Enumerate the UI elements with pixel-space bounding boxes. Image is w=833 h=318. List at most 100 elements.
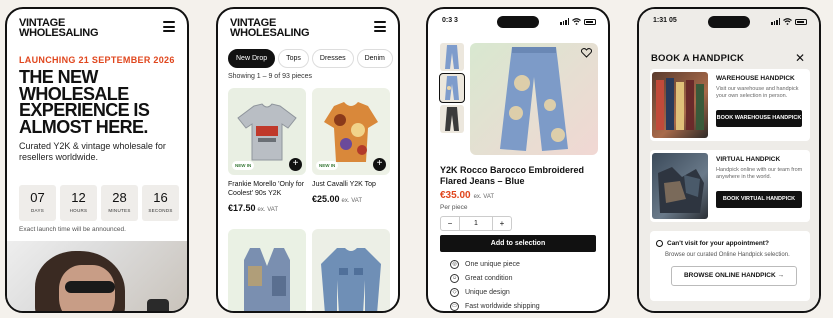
product-name[interactable]: Frankie Morello 'Only for Coolest' 90s Y… xyxy=(228,180,306,198)
countdown-minutes: 28 MINUTES xyxy=(101,185,138,221)
vat-label: ex. VAT xyxy=(341,198,362,204)
countdown-value: 07 xyxy=(30,190,45,205)
visit-question: Can't visit for your appointment? xyxy=(656,240,769,247)
countdown-label: DAYS xyxy=(30,208,45,213)
price-value: €17.50 xyxy=(228,203,256,213)
product-image[interactable]: NEW IN + xyxy=(228,88,306,175)
launch-date: LAUNCHING 21 SEPTEMBER 2026 xyxy=(19,55,175,65)
countdown-value: 12 xyxy=(71,190,86,205)
new-in-badge: NEW IN xyxy=(316,161,339,170)
product-image[interactable] xyxy=(228,229,306,311)
quantity-stepper: − 1 + xyxy=(440,216,512,231)
signal-icon xyxy=(560,18,569,25)
header: VINTAGE WHOLESALING xyxy=(230,18,386,42)
virtual-handpick-option: VIRTUAL HANDPICK Handpick online with ou… xyxy=(650,150,810,222)
phone-book-handpick: 1:31 05 BOOK A HANDPICK ✕ WAREHOUSE HAND… xyxy=(637,7,821,313)
thumbnail[interactable] xyxy=(440,105,464,133)
logo[interactable]: VINTAGE WHOLESALING xyxy=(19,18,175,39)
page-title: THE NEW WHOLESALE EXPERIENCE IS ALMOST H… xyxy=(19,67,150,137)
phone-listing: VINTAGE WHOLESALING New Drop Tops Dresse… xyxy=(216,7,400,313)
warehouse-handpick-option: WAREHOUSE HANDPICK Visit our warehouse a… xyxy=(650,69,810,141)
tab-denim[interactable]: Denim xyxy=(356,49,393,68)
countdown: 07 DAYS 12 HOURS 28 MINUTES 16 SECONDS xyxy=(19,185,179,221)
feature-text: Unique design xyxy=(465,289,510,296)
price-value: €35.00 xyxy=(440,190,471,201)
tshirt-icon xyxy=(237,102,297,160)
warehouse-image xyxy=(652,72,708,138)
product-price: €17.50 ex. VAT xyxy=(228,203,306,213)
category-tabs: New Drop Tops Dresses Denim xyxy=(228,49,393,68)
heart-icon[interactable] xyxy=(581,48,592,58)
close-icon[interactable]: ✕ xyxy=(795,51,805,65)
feature-item: ◇ Unique design xyxy=(450,288,510,297)
dynamic-island xyxy=(497,16,539,28)
vat-label: ex. VAT xyxy=(473,194,495,200)
vest-icon xyxy=(244,248,290,311)
countdown-label: SECONDS xyxy=(148,208,173,213)
countdown-label: MINUTES xyxy=(108,208,131,213)
countdown-label: HOURS xyxy=(69,208,88,213)
button-label: BROWSE ONLINE HANDPICK xyxy=(683,272,776,279)
countdown-days: 07 DAYS xyxy=(19,185,56,221)
product-price: €35.00 ex. VAT xyxy=(440,190,494,201)
per-piece-label: Per piece xyxy=(440,204,468,211)
logo-line2: WHOLESALING xyxy=(230,27,310,39)
info-icon xyxy=(656,240,663,247)
design-icon: ◇ xyxy=(450,288,459,297)
page-title: BOOK A HANDPICK xyxy=(651,53,745,64)
condition-icon: ☺ xyxy=(450,274,459,283)
quantity-value[interactable]: 1 xyxy=(459,217,493,230)
virtual-image xyxy=(652,153,708,219)
add-to-selection-button[interactable]: Add to selection xyxy=(440,235,596,252)
decrease-button[interactable]: − xyxy=(441,217,459,230)
browse-online-handpick-button[interactable]: BROWSE ONLINE HANDPICK → xyxy=(671,266,797,286)
tab-tops[interactable]: Tops xyxy=(278,49,309,68)
wifi-icon xyxy=(572,18,581,25)
arrow-right-icon: → xyxy=(777,272,785,279)
increase-button[interactable]: + xyxy=(493,217,511,230)
feature-item: ◎ One unique piece xyxy=(450,260,520,269)
product-main-image[interactable] xyxy=(470,43,598,155)
online-handpick-box: Can't visit for your appointment? Browse… xyxy=(650,231,810,301)
feature-text: One unique piece xyxy=(465,261,520,268)
feature-item: ☺ Great condition xyxy=(450,274,512,283)
thumbnail-list xyxy=(439,43,465,136)
option-description: Handpick online with our team from anywh… xyxy=(716,167,803,180)
product-card[interactable]: NEW IN + Frankie Morello 'Only for Coole… xyxy=(228,88,306,213)
option-title: WAREHOUSE HANDPICK xyxy=(716,75,795,82)
book-warehouse-button[interactable]: BOOK WAREHOUSE HANDPICK xyxy=(716,110,802,127)
wifi-icon xyxy=(783,18,792,25)
hero-image xyxy=(7,241,187,311)
product-name[interactable]: Just Cavalli Y2K Top xyxy=(312,180,390,189)
product-card[interactable] xyxy=(228,229,306,311)
status-time: 1:31 05 xyxy=(653,17,677,24)
status-icons xyxy=(771,18,807,25)
visit-description: Browse our curated Online Handpick selec… xyxy=(665,252,790,258)
menu-icon[interactable] xyxy=(163,21,175,35)
product-card[interactable] xyxy=(312,229,390,311)
book-virtual-button[interactable]: BOOK VIRTUAL HANDPICK xyxy=(716,191,802,208)
shipping-icon: ▭ xyxy=(450,302,459,311)
phone-product-detail: 0:3 3 Y2K Rocco Barocco Embroidered Flar… xyxy=(426,7,610,313)
top-icon xyxy=(324,101,378,162)
thumbnail-selected[interactable] xyxy=(439,73,465,103)
add-icon[interactable]: + xyxy=(289,158,302,171)
menu-icon[interactable] xyxy=(374,21,386,35)
feature-text: Fast worldwide shipping xyxy=(465,303,540,310)
logo[interactable]: VINTAGE WHOLESALING xyxy=(230,18,386,39)
option-title: VIRTUAL HANDPICK xyxy=(716,156,781,163)
product-card[interactable]: NEW IN + Just Cavalli Y2K Top €25.00 ex. … xyxy=(312,88,390,204)
product-image[interactable] xyxy=(312,229,390,311)
vat-label: ex. VAT xyxy=(257,207,278,213)
option-description: Visit our warehouse and handpick your ow… xyxy=(716,86,799,99)
countdown-value: 28 xyxy=(112,190,127,205)
logo-line2: WHOLESALING xyxy=(19,27,99,39)
add-icon[interactable]: + xyxy=(373,158,386,171)
battery-icon xyxy=(584,18,596,25)
product-image[interactable]: NEW IN + xyxy=(312,88,390,175)
thumbnail[interactable] xyxy=(440,43,464,71)
tab-dresses[interactable]: Dresses xyxy=(311,49,354,68)
feature-text: Great condition xyxy=(465,275,513,282)
tab-new-drop[interactable]: New Drop xyxy=(228,49,276,68)
status-time: 0:3 3 xyxy=(442,17,458,24)
